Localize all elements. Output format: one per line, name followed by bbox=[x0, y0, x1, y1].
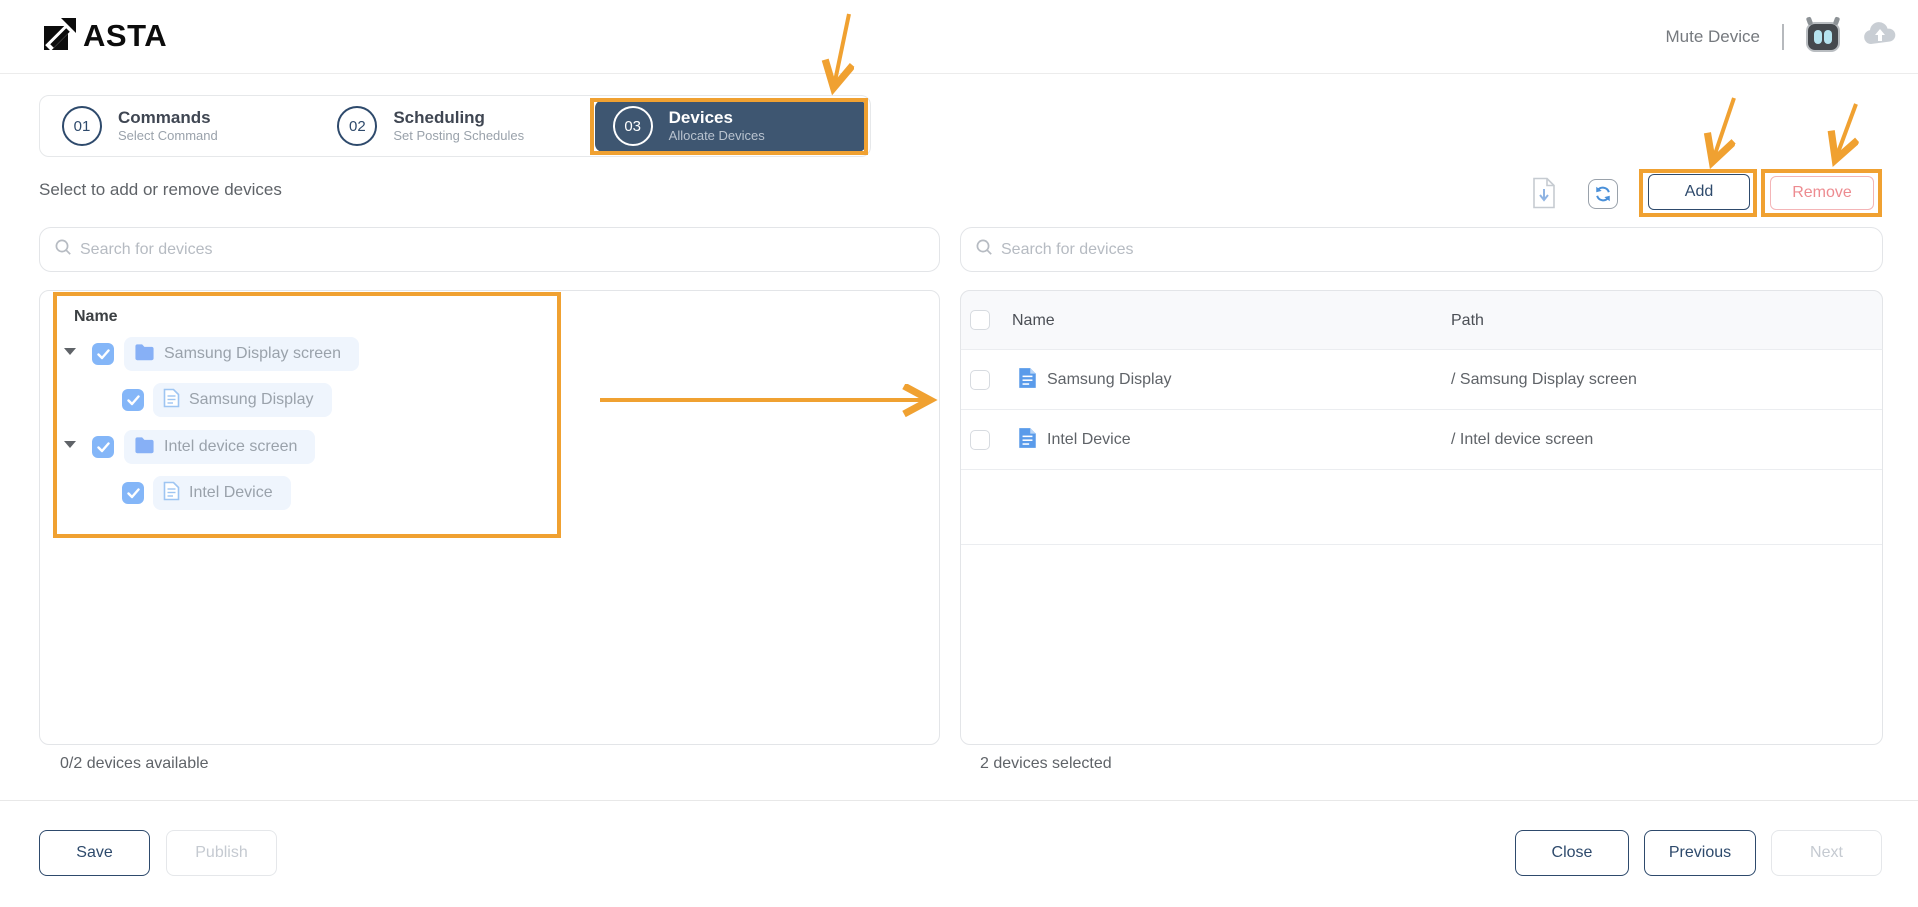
mute-device-label[interactable]: Mute Device bbox=[1666, 27, 1760, 47]
tree-checkbox-checked[interactable] bbox=[92, 436, 114, 458]
caret-down-icon[interactable] bbox=[64, 348, 76, 355]
annotation-arrow-remove bbox=[1836, 103, 1856, 158]
tab-commands[interactable]: 01 Commands Select Command bbox=[40, 96, 315, 156]
download-icon[interactable] bbox=[1531, 177, 1557, 214]
refresh-icon[interactable] bbox=[1588, 179, 1618, 209]
row-checkbox[interactable] bbox=[970, 370, 990, 390]
right-search-input[interactable] bbox=[1001, 240, 1882, 259]
step-number: 01 bbox=[62, 106, 102, 146]
step-number: 03 bbox=[612, 106, 653, 146]
step-title: Devices bbox=[668, 108, 733, 128]
wizard-steps: 01 Commands Select Command 02 Scheduling… bbox=[39, 95, 871, 157]
tree-item-label: Samsung Display screen bbox=[164, 345, 341, 362]
step-title: Scheduling bbox=[393, 108, 485, 128]
row-path: / Intel device screen bbox=[1451, 431, 1594, 448]
tree-checkbox-checked[interactable] bbox=[122, 389, 144, 411]
close-button[interactable]: Close bbox=[1515, 830, 1629, 876]
tree-item-label: Intel device screen bbox=[164, 438, 298, 455]
step-number: 02 bbox=[337, 106, 378, 146]
remove-button[interactable]: Remove bbox=[1770, 176, 1874, 210]
document-icon bbox=[1018, 367, 1037, 394]
left-search bbox=[39, 227, 940, 272]
empty-table-row bbox=[961, 470, 1882, 545]
tree-item-folder[interactable]: Samsung Display screen bbox=[124, 337, 359, 371]
row-name: Intel Device bbox=[1047, 431, 1131, 448]
row-name: Samsung Display bbox=[1047, 371, 1172, 388]
step-subtitle: Allocate Devices bbox=[668, 127, 765, 143]
next-button[interactable]: Next bbox=[1771, 830, 1882, 876]
instruction-text: Select to add or remove devices bbox=[39, 180, 282, 199]
row-checkbox[interactable] bbox=[970, 430, 990, 450]
add-button[interactable]: Add bbox=[1648, 174, 1750, 210]
row-path: / Samsung Display screen bbox=[1451, 371, 1637, 388]
step-subtitle: Select Command bbox=[118, 127, 218, 143]
tree-checkbox-checked[interactable] bbox=[92, 343, 114, 365]
document-icon bbox=[163, 388, 180, 413]
bot-avatar-icon[interactable] bbox=[1805, 16, 1841, 52]
cloud-upload-icon[interactable] bbox=[1862, 21, 1898, 54]
available-count: 0/2 devices available bbox=[60, 755, 209, 772]
publish-button[interactable]: Publish bbox=[166, 830, 277, 876]
tree-item-label: Samsung Display bbox=[189, 391, 314, 408]
caret-down-icon[interactable] bbox=[64, 441, 76, 448]
tree-item-device[interactable]: Intel Device bbox=[153, 476, 291, 510]
annotation-arrow-add bbox=[1713, 97, 1734, 160]
left-search-input[interactable] bbox=[80, 240, 939, 259]
tree-item-folder[interactable]: Intel device screen bbox=[124, 430, 316, 464]
tree-item-label: Intel Device bbox=[189, 484, 273, 501]
tab-scheduling[interactable]: 02 Scheduling Set Posting Schedules bbox=[315, 96, 590, 156]
app-header: ASTA Mute Device bbox=[0, 0, 1918, 74]
logo-icon bbox=[43, 15, 77, 56]
table-header bbox=[960, 290, 1883, 350]
folder-icon bbox=[134, 436, 155, 459]
document-icon bbox=[1018, 427, 1037, 454]
save-button[interactable]: Save bbox=[39, 830, 150, 876]
column-name: Name bbox=[1012, 312, 1055, 329]
brand-name: ASTA bbox=[83, 17, 168, 53]
tree-item-device[interactable]: Samsung Display bbox=[153, 383, 332, 417]
search-icon bbox=[975, 238, 993, 261]
selected-count: 2 devices selected bbox=[980, 755, 1112, 772]
search-icon bbox=[54, 238, 72, 261]
tree-column-name: Name bbox=[74, 308, 118, 325]
app-logo: ASTA bbox=[43, 15, 167, 56]
header-separator bbox=[1782, 24, 1784, 50]
footer-divider bbox=[0, 800, 1918, 801]
document-icon bbox=[163, 481, 180, 506]
column-path: Path bbox=[1451, 312, 1484, 329]
previous-button[interactable]: Previous bbox=[1644, 830, 1756, 876]
select-all-checkbox[interactable] bbox=[970, 310, 990, 330]
step-subtitle: Set Posting Schedules bbox=[393, 127, 525, 143]
right-search bbox=[960, 227, 1883, 272]
tab-devices-active[interactable]: 03 Devices Allocate Devices bbox=[594, 100, 866, 152]
tree-checkbox-checked[interactable] bbox=[122, 482, 144, 504]
step-title: Commands bbox=[118, 108, 211, 128]
folder-icon bbox=[134, 343, 155, 366]
